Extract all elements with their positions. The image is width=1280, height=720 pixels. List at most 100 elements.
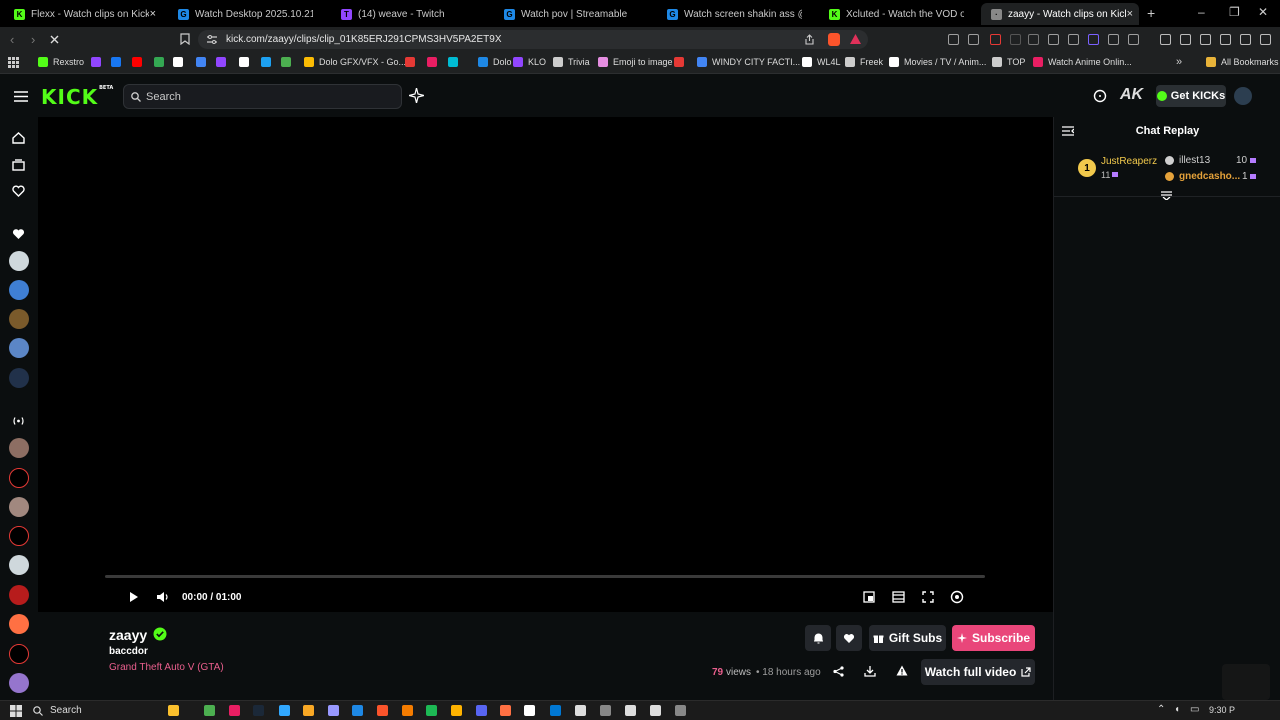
browser-tab[interactable]: G Watch pov | Streamable (494, 3, 652, 25)
taskbar-app-icon[interactable] (168, 705, 179, 716)
report-warning-icon[interactable] (896, 665, 908, 676)
recommended-channel-avatar[interactable] (9, 555, 29, 575)
share-icon[interactable] (804, 34, 815, 45)
clock[interactable]: 9:30 P (1209, 705, 1235, 715)
category-link[interactable]: Grand Theft Auto V (GTA) (109, 662, 224, 673)
windows-start-icon[interactable] (10, 705, 22, 717)
bookmark-icon[interactable] (405, 57, 415, 67)
watch-full-video-button[interactable]: Watch full video (921, 659, 1035, 685)
progress-bar[interactable] (105, 575, 985, 578)
rewards-icon[interactable] (850, 34, 861, 44)
taskbar-app-icon[interactable] (600, 705, 611, 716)
taskbar-app-icon[interactable] (550, 705, 561, 716)
extension-icon[interactable] (1240, 34, 1251, 45)
download-icon[interactable] (864, 665, 876, 677)
taskbar-app-icon[interactable] (625, 705, 636, 716)
leaderboard-name[interactable]: gnedcasho... (1179, 171, 1240, 182)
recommended-channel-avatar[interactable] (9, 644, 29, 664)
bookmark-item[interactable]: Dolo GFX/VFX - Go... (304, 57, 406, 67)
browse-icon[interactable] (12, 159, 25, 171)
bookmark-icon[interactable] (180, 33, 190, 45)
followed-channel-avatar[interactable] (9, 309, 29, 329)
bookmark-item[interactable]: WL4L (802, 57, 841, 67)
close-tab-icon[interactable]: × (1127, 8, 1133, 20)
taskbar-search-icon[interactable] (33, 706, 43, 716)
all-bookmarks-folder[interactable]: All Bookmarks (1206, 57, 1279, 67)
close-window-button[interactable]: ✕ (1258, 5, 1268, 19)
browser-tab[interactable]: · zaayy - Watch clips on Kick × (981, 3, 1139, 25)
tray-overflow-icon[interactable]: ⌃ (1157, 704, 1165, 715)
bookmark-icon[interactable] (261, 57, 271, 67)
notification-bell-button[interactable] (805, 625, 831, 651)
taskbar-search-label[interactable]: Search (50, 705, 82, 716)
bookmark-item[interactable]: Rexstro (38, 57, 84, 67)
followed-channel-avatar[interactable] (9, 368, 29, 388)
new-tab-button[interactable]: + (1147, 5, 1155, 21)
browser-tab[interactable]: G Watch screen shakin ass @sark | Stre (657, 3, 815, 25)
bookmark-icon[interactable] (281, 57, 291, 67)
extension-icon[interactable] (1260, 34, 1271, 45)
browser-tab[interactable]: K Xcluted - Watch the VOD on Kick (819, 3, 977, 25)
user-avatar[interactable] (1234, 87, 1252, 105)
bookmark-icon[interactable] (91, 57, 101, 67)
taskbar-app-icon[interactable] (451, 705, 462, 716)
bookmark-item[interactable]: KLO (513, 57, 546, 67)
browser-tab[interactable]: K Flexx - Watch clips on Kick × (4, 3, 162, 25)
taskbar-app-icon[interactable] (279, 705, 290, 716)
gift-subs-button[interactable]: Gift Subs (869, 625, 946, 651)
taskbar-app-icon[interactable] (377, 705, 388, 716)
recommended-channel-avatar[interactable] (9, 468, 29, 488)
close-tab-icon[interactable]: × (150, 8, 156, 20)
recommended-channel-avatar[interactable] (9, 673, 29, 693)
chat-bubble-icon[interactable] (1093, 89, 1107, 103)
bookmark-icon[interactable] (448, 57, 458, 67)
channel-name[interactable]: zaayy (109, 627, 147, 643)
bookmarks-overflow-icon[interactable]: » (1176, 56, 1182, 68)
home-icon[interactable] (12, 132, 25, 144)
bookmark-icon[interactable] (154, 57, 164, 67)
search-input[interactable]: Search (123, 84, 402, 109)
leaderboard-name[interactable]: JustReaperz (1101, 156, 1157, 167)
taskbar-app-icon[interactable] (524, 705, 535, 716)
extension-icon[interactable] (1200, 34, 1211, 45)
theater-mode-icon[interactable] (892, 591, 905, 603)
taskbar-app-icon[interactable] (328, 705, 339, 716)
bookmark-icon[interactable] (173, 57, 183, 67)
bookmark-item[interactable]: Emoji to image (598, 57, 673, 67)
taskbar-app-icon[interactable] (303, 705, 314, 716)
extension-icon[interactable] (1088, 34, 1099, 45)
recommended-channel-avatar[interactable] (9, 438, 29, 458)
extension-icon[interactable] (1028, 34, 1039, 45)
site-info-icon[interactable] (207, 35, 217, 44)
taskbar-app-icon[interactable] (476, 705, 487, 716)
extension-icon[interactable] (1220, 34, 1231, 45)
extension-icon[interactable] (1010, 34, 1021, 45)
extension-icon[interactable] (990, 34, 1001, 45)
extension-icon[interactable] (968, 34, 979, 45)
taskbar-app-icon[interactable] (352, 705, 363, 716)
settings-gear-icon[interactable] (950, 590, 964, 604)
recommended-channel-avatar[interactable] (9, 526, 29, 546)
recommended-channel-avatar[interactable] (9, 497, 29, 517)
bookmark-icon[interactable] (427, 57, 437, 67)
apps-grid-icon[interactable] (8, 57, 19, 68)
play-icon[interactable] (129, 591, 139, 603)
bookmark-icon[interactable] (132, 57, 142, 67)
volume-icon[interactable] (156, 591, 170, 603)
bookmark-item[interactable]: WINDY CITY FACTI... (697, 57, 800, 67)
stop-loading-icon[interactable] (49, 34, 60, 45)
battery-icon[interactable]: ▭ (1190, 704, 1199, 715)
followed-channel-avatar[interactable] (9, 251, 29, 271)
extension-icon[interactable] (1068, 34, 1079, 45)
extension-icon[interactable] (1048, 34, 1059, 45)
back-icon[interactable]: ‹ (10, 32, 14, 47)
maximize-button[interactable]: ❐ (1229, 5, 1240, 19)
kick-logo[interactable]: KICKBETA (41, 85, 113, 109)
taskbar-app-icon[interactable] (253, 705, 264, 716)
bookmark-icon[interactable] (216, 57, 226, 67)
bookmark-icon[interactable] (239, 57, 249, 67)
minimize-button[interactable]: – (1198, 5, 1205, 19)
extension-icon[interactable] (1108, 34, 1119, 45)
bookmark-item[interactable]: Dolo (478, 57, 512, 67)
taskbar-app-icon[interactable] (500, 705, 511, 716)
